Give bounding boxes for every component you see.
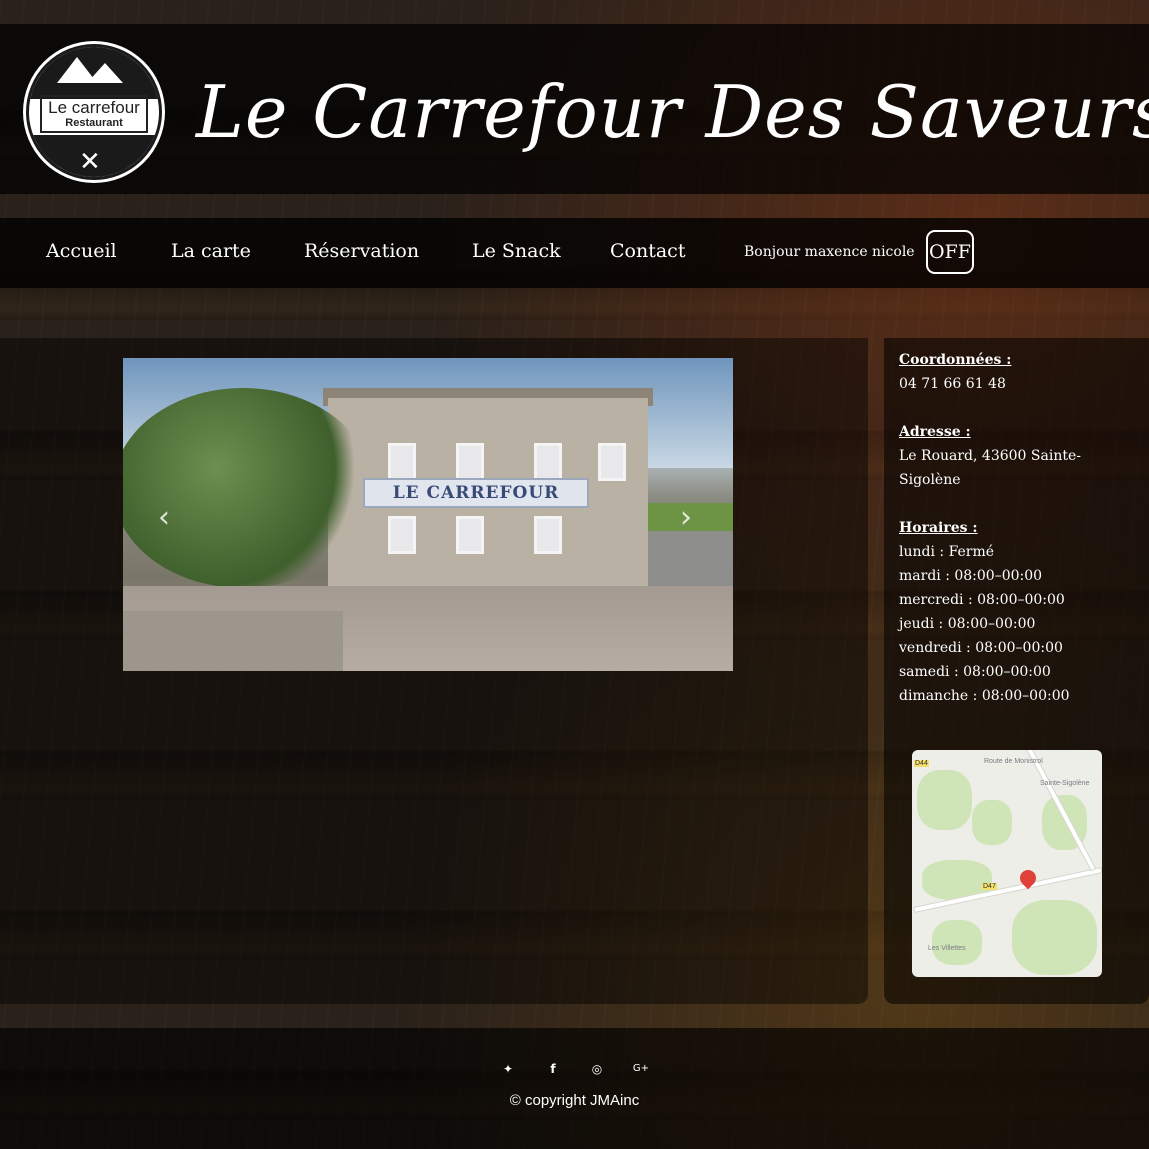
chevron-left-icon[interactable]: ‹ <box>158 500 170 535</box>
nav-contact[interactable]: Contact <box>610 240 685 262</box>
carousel-window <box>598 443 626 481</box>
hours-row: samedi : 08:00–00:00 <box>899 664 1051 680</box>
carousel-window <box>388 516 416 554</box>
site-footer <box>0 1028 1149 1149</box>
nav-reservation[interactable]: Réservation <box>304 240 419 262</box>
nav-accueil[interactable]: Accueil <box>46 240 117 262</box>
map-road-badge: D44 <box>914 760 929 767</box>
address-heading: Adresse : <box>899 424 971 440</box>
address-line: Sigolène <box>899 472 961 488</box>
map-label-road: Route de Monistrol <box>984 758 1043 765</box>
map-green-area <box>1012 900 1097 975</box>
hours-heading: Horaires : <box>899 520 978 536</box>
instagram-icon[interactable]: ◎ <box>588 1060 606 1078</box>
carousel-window <box>456 443 484 481</box>
cutlery-icon: ✕ <box>79 147 101 177</box>
nav-la-carte[interactable]: La carte <box>171 240 251 262</box>
nav-le-snack[interactable]: Le Snack <box>472 240 561 262</box>
google-plus-icon[interactable]: G+ <box>632 1060 650 1078</box>
logo-text: Le carrefour Restaurant <box>40 95 148 133</box>
map-label-village: Les Villettes <box>928 945 966 952</box>
copyright-text: © copyright JMAinc <box>509 1092 640 1109</box>
logo-sub: Restaurant <box>65 117 123 129</box>
carousel-window <box>534 516 562 554</box>
map-green-area <box>932 920 982 965</box>
carousel-sign: LE CARREFOUR <box>363 478 589 508</box>
hours-row: lundi : Fermé <box>899 544 995 560</box>
facebook-icon[interactable]: f <box>544 1060 562 1078</box>
user-greeting: Bonjour maxence nicole <box>744 244 915 260</box>
hours-row: jeudi : 08:00–00:00 <box>899 616 1036 632</box>
map-label-town: Sainte-Sigolène <box>1040 780 1090 787</box>
photo-carousel[interactable]: LE CARREFOUR <box>123 358 733 671</box>
hours-row: mardi : 08:00–00:00 <box>899 568 1043 584</box>
carousel-window <box>534 443 562 481</box>
map-green-area <box>917 770 972 830</box>
chevron-right-icon[interactable]: › <box>680 500 692 535</box>
logo-name: Le carrefour <box>48 98 140 117</box>
address-line: Le Rouard, 43600 Sainte- <box>899 448 1081 464</box>
main-nav: Accueil La carte Réservation Le Snack Co… <box>0 218 1149 288</box>
mountain-icon <box>87 63 123 83</box>
map-road-badge: D47 <box>982 883 997 890</box>
hours-row: vendredi : 08:00–00:00 <box>899 640 1063 656</box>
hours-row: dimanche : 08:00–00:00 <box>899 688 1070 704</box>
twitter-icon[interactable]: ✦ <box>499 1060 517 1078</box>
contact-heading: Coordonnées : <box>899 352 1012 368</box>
carousel-stone-wall <box>123 611 343 671</box>
restaurant-logo[interactable]: Le carrefour Restaurant ✕ <box>26 44 162 180</box>
hours-row: mercredi : 08:00–00:00 <box>899 592 1065 608</box>
map-green-area <box>972 800 1012 845</box>
location-map[interactable]: Sainte-Sigolène Route de Monistrol Les V… <box>912 750 1102 977</box>
carousel-window <box>388 443 416 481</box>
phone-number[interactable]: 04 71 66 61 48 <box>899 372 1139 396</box>
contact-info: Coordonnées : 04 71 66 61 48 Adresse : L… <box>899 348 1139 708</box>
carousel-door <box>456 516 484 554</box>
site-title: Le Carrefour Des Saveurs <box>196 70 1149 154</box>
logout-off-button[interactable]: OFF <box>926 230 974 274</box>
carousel-tree <box>123 388 373 588</box>
